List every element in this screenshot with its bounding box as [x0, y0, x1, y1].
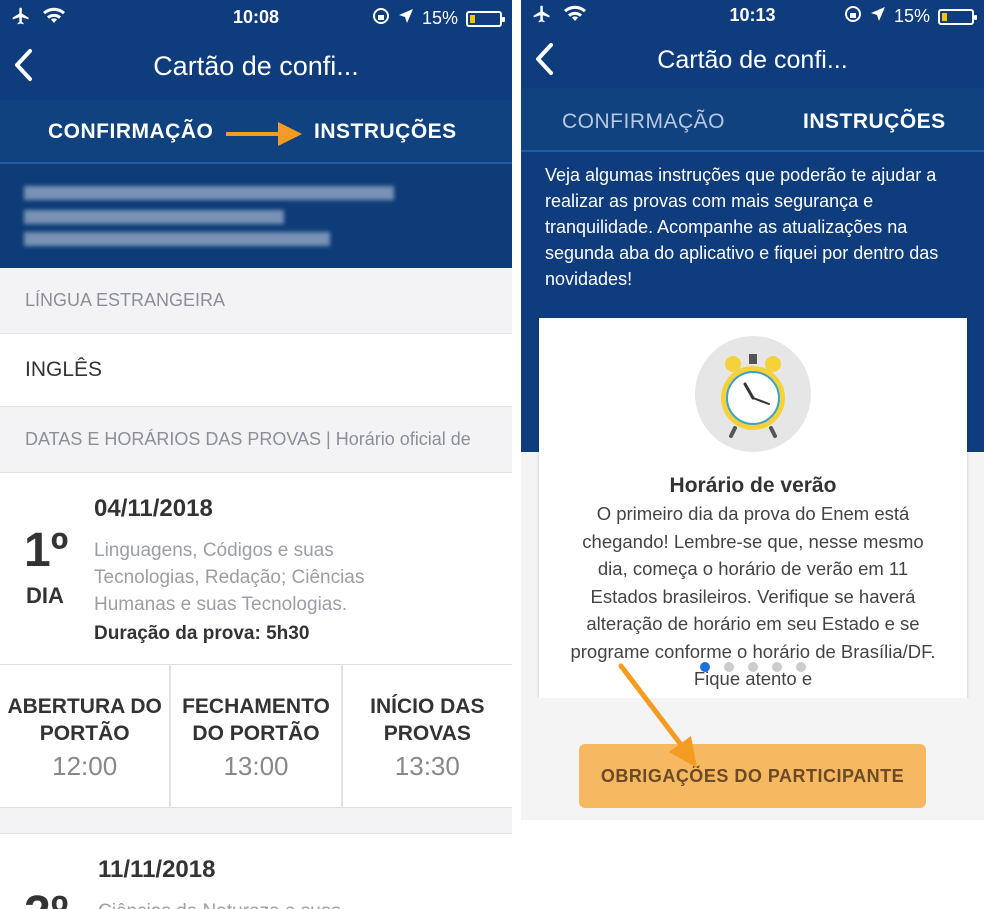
day-2-number: 2º [24, 886, 68, 909]
times-row: ABERTURA DO PORTÃO 12:00 FECHAMENTO DO P… [0, 665, 512, 808]
right-screen: 10:13 15% Cartão de confi... CONFIRMAÇÃO… [521, 0, 984, 909]
day-1-label: DIA [26, 583, 64, 608]
spacer [0, 808, 512, 834]
annotation-arrow [226, 132, 282, 136]
battery-icon [466, 10, 505, 27]
annotation-arrow-head [278, 122, 302, 146]
battery-percent: 15% [421, 8, 458, 28]
annotation-arrow [618, 663, 697, 768]
time-abertura: ABERTURA DO PORTÃO 12:00 [0, 665, 172, 807]
page-title: Cartão de confi... [153, 51, 359, 81]
day-1-block: 04/11/2018 1º DIA Linguagens, Códigos e … [0, 473, 512, 665]
day-2-date: 11/11/2018 [98, 856, 216, 883]
nav-bar: Cartão de confi... [0, 34, 512, 100]
day-1-description: Linguagens, Códigos e suas Tecnologias, … [94, 540, 365, 615]
datas-header: DATAS E HORÁRIOS DAS PROVAS | Horário of… [0, 407, 512, 473]
tab-instrucoes[interactable]: INSTRUÇÕES [314, 120, 457, 144]
day-1-duration: Duração da prova: 5h30 [94, 623, 310, 644]
rotation-lock-icon [372, 7, 390, 30]
lingua-header: LÍNGUA ESTRANGEIRA [0, 268, 512, 334]
day-1-number: 1º [24, 524, 69, 577]
day-2-description: Ciências da Natureza e suas [98, 898, 428, 909]
tab-bar: CONFIRMAÇÃO INSTRUÇÕES [0, 100, 512, 164]
status-bar: 10:08 15% [0, 0, 512, 34]
day-2-block: 11/11/2018 2º Ciências da Natureza e sua… [0, 834, 512, 909]
time-inicio: INÍCIO DAS PROVAS 13:30 [370, 695, 485, 781]
tab-confirmacao[interactable]: CONFIRMAÇÃO [48, 120, 213, 144]
redacted-participant-info [0, 164, 512, 268]
day-1-date: 04/11/2018 [94, 495, 213, 522]
lingua-value: INGLÊS [0, 334, 512, 407]
left-screen: 10:08 15% Cartão de confi... CONFIRMAÇÃO… [0, 0, 512, 909]
location-icon [398, 8, 414, 29]
time-fechamento: FECHAMENTO DO PORTÃO 13:00 [171, 665, 343, 807]
